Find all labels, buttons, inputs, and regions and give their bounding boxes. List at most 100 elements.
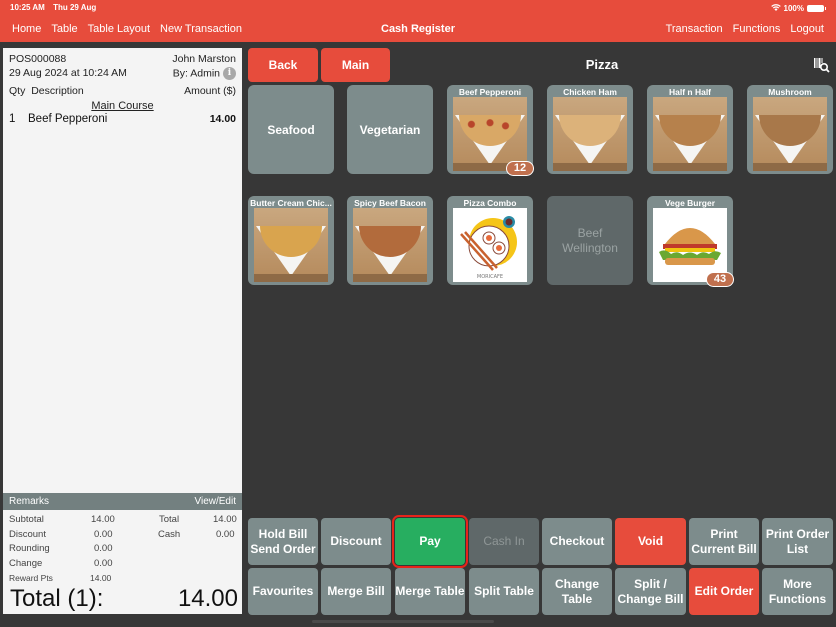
product-name: Mushroom — [768, 87, 812, 97]
battery-percent: 100% — [783, 3, 804, 13]
hold-bill-send-order-button[interactable]: Hold Bill Send Order — [248, 518, 318, 565]
nav-home[interactable]: Home — [12, 23, 41, 35]
rounding-value: 0.00 — [94, 543, 113, 554]
col-amount: Amount ($) — [184, 85, 236, 97]
print-current-bill-button[interactable]: Print Current Bill — [689, 518, 759, 565]
product-tile[interactable]: Mushroom — [747, 85, 833, 174]
merge-bill-button[interactable]: Merge Bill — [321, 568, 391, 615]
customer-name: John Marston — [172, 53, 236, 65]
scroll-indicator[interactable] — [312, 620, 494, 623]
nav-table[interactable]: Table — [51, 23, 77, 35]
product-tile[interactable]: Butter Cream Chic... — [248, 196, 334, 285]
product-tile[interactable]: Pizza Combo MORICAFE — [447, 196, 533, 285]
line-item-amount: 14.00 — [209, 113, 236, 125]
category-vegetarian[interactable]: Vegetarian — [347, 85, 433, 174]
product-name: Butter Cream Chic... — [250, 198, 332, 208]
category-title: Pizza — [585, 57, 619, 72]
favourites-button[interactable]: Favourites — [248, 568, 318, 615]
pizza-image — [553, 97, 627, 171]
remarks-bar[interactable]: Remarks View/Edit — [3, 493, 242, 510]
category-vegetarian-label: Vegetarian — [359, 122, 421, 137]
nav-left: Home Table Table Layout New Transaction — [12, 23, 242, 35]
grand-total: Total (1): 14.00 — [10, 585, 238, 613]
quantity-badge: 43 — [706, 272, 734, 287]
pizza-image — [653, 97, 727, 171]
grand-total-label: Total (1): — [10, 585, 104, 612]
change-label: Change — [9, 558, 43, 569]
status-bar-left: 10:25 AM Thu 29 Aug — [10, 3, 102, 12]
remarks-view-edit[interactable]: View/Edit — [194, 496, 236, 507]
pay-button[interactable]: Pay — [392, 515, 468, 568]
nav-right: Transaction Functions Logout — [666, 23, 824, 35]
pizza-image — [254, 208, 328, 282]
quantity-badge: 12 — [506, 161, 534, 176]
section-title: Main Course — [91, 100, 154, 112]
order-datetime: 29 Aug 2024 at 10:24 AM — [9, 67, 127, 79]
split-change-bill-button[interactable]: Split / Change Bill — [615, 568, 686, 615]
battery-icon — [807, 4, 826, 12]
nav-logout[interactable]: Logout — [790, 23, 824, 35]
receipt-header-row2: 29 Aug 2024 at 10:24 AM By: Admin i — [9, 67, 236, 80]
split-table-button[interactable]: Split Table — [469, 568, 539, 615]
discount-label: Discount — [9, 529, 46, 540]
subtotal-value: 14.00 — [91, 514, 115, 525]
rounding-label: Rounding — [9, 543, 50, 554]
product-tile[interactable]: Vege Burger 43 — [647, 196, 734, 287]
discount-value: 0.00 — [94, 529, 113, 540]
status-date: Thu 29 Aug — [53, 3, 97, 12]
category-seafood-label: Seafood — [267, 122, 315, 137]
more-functions-button[interactable]: More Functions — [762, 568, 833, 615]
reward-label: Reward Pts — [9, 573, 53, 583]
cash-value: 0.00 — [216, 529, 235, 540]
col-description: Description — [31, 85, 84, 97]
product-tile[interactable]: Half n Half — [647, 85, 733, 174]
back-button[interactable]: Back — [248, 48, 318, 82]
status-time: 10:25 AM — [10, 3, 45, 12]
total-label: Total — [159, 514, 180, 525]
product-tile-disabled[interactable]: Beef Wellington — [547, 196, 633, 285]
sushi-logo-image: MORICAFE — [453, 208, 527, 282]
product-name: Chicken Ham — [563, 87, 617, 97]
pizza-image — [353, 208, 427, 282]
nav-new-transaction[interactable]: New Transaction — [160, 23, 242, 35]
line-item[interactable]: 1 Beef Pepperoni 14.00 — [9, 113, 236, 125]
pizza-image — [453, 97, 527, 171]
product-tile[interactable]: Chicken Ham — [547, 85, 633, 174]
product-tile[interactable]: Beef Pepperoni 12 — [447, 85, 534, 176]
line-item-qty: 1 — [9, 113, 16, 125]
wifi-icon — [770, 3, 781, 13]
logo-caption: MORICAFE — [477, 274, 503, 280]
discount-button[interactable]: Discount — [321, 518, 391, 565]
merge-table-button[interactable]: Merge Table — [395, 568, 465, 615]
reward-value: 14.00 — [90, 573, 112, 583]
grand-total-value: 14.00 — [177, 585, 238, 612]
main-button[interactable]: Main — [321, 48, 390, 82]
product-name: Beef Pepperoni — [458, 87, 522, 97]
change-value: 0.00 — [94, 558, 113, 569]
nav-table-layout[interactable]: Table Layout — [88, 23, 150, 35]
receipt-columns: Qty Description Amount ($) — [9, 85, 236, 97]
status-bar-right: 100% — [770, 3, 826, 13]
nav-transaction[interactable]: Transaction — [666, 23, 723, 35]
edit-order-button[interactable]: Edit Order — [689, 568, 759, 615]
burger-image — [653, 208, 727, 282]
nav-functions[interactable]: Functions — [733, 23, 781, 35]
product-name: Vege Burger — [664, 198, 716, 208]
void-button[interactable]: Void — [615, 518, 686, 565]
order-number: POS000088 — [9, 53, 67, 65]
totals-panel: Subtotal 14.00 Discount 0.00 Rounding 0.… — [3, 510, 242, 614]
change-table-button[interactable]: Change Table — [542, 568, 612, 615]
category-seafood[interactable]: Seafood — [248, 85, 334, 174]
product-name: Beef Wellington — [562, 226, 618, 255]
print-order-list-button[interactable]: Print Order List — [762, 518, 833, 565]
line-item-description: Beef Pepperoni — [28, 113, 108, 125]
product-tile[interactable]: Spicy Beef Bacon — [347, 196, 433, 285]
checkout-button[interactable]: Checkout — [542, 518, 612, 565]
total-value: 14.00 — [213, 514, 237, 525]
product-name: Pizza Combo — [463, 198, 517, 208]
pizza-image — [753, 97, 827, 171]
barcode-search-icon[interactable] — [814, 57, 830, 73]
info-icon[interactable]: i — [223, 67, 236, 80]
cash-in-button[interactable]: Cash In — [469, 518, 539, 565]
remarks-label: Remarks — [9, 496, 50, 507]
